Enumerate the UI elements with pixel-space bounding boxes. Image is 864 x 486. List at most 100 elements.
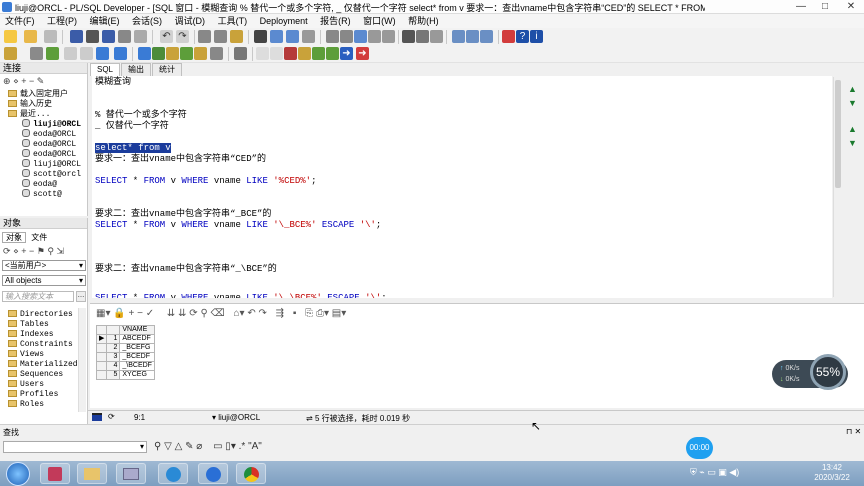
taskbar-app-chrome[interactable]: [236, 463, 266, 484]
code-line[interactable]: 要求一：查出vname中包含字符串“CED”的: [95, 154, 266, 165]
gear-icon[interactable]: [30, 47, 43, 60]
break-icon[interactable]: [64, 47, 77, 60]
find-icon[interactable]: ⚲: [200, 308, 207, 319]
down-arrow-icon[interactable]: ▼: [848, 96, 857, 110]
reopen-icon[interactable]: [44, 30, 57, 43]
export-icon[interactable]: ⎘: [305, 308, 313, 319]
explain-icon[interactable]: [166, 47, 179, 60]
save-icon[interactable]: ▪: [293, 308, 297, 319]
report-icon[interactable]: [194, 47, 207, 60]
info-icon[interactable]: i: [530, 30, 543, 43]
find-icon[interactable]: ⚲: [47, 246, 54, 256]
export-table-icon[interactable]: ▤: [332, 308, 341, 319]
minimize-button[interactable]: —: [788, 0, 814, 14]
execute-icon[interactable]: [46, 47, 59, 60]
menu-tools[interactable]: 工具(T): [213, 14, 253, 28]
delete-record-icon[interactable]: −: [137, 308, 143, 319]
tab-output[interactable]: 输出: [121, 63, 152, 76]
plug-icon[interactable]: [326, 47, 339, 60]
tab-objects[interactable]: 对象: [2, 232, 26, 243]
help-icon[interactable]: ?: [516, 30, 529, 43]
network-icon[interactable]: ▣: [718, 467, 727, 477]
prev-icon[interactable]: ↶: [247, 308, 255, 319]
save-all-icon[interactable]: [102, 30, 115, 43]
search-options-button[interactable]: …: [76, 291, 86, 302]
erase-icon[interactable]: ⌀: [196, 441, 202, 452]
find-next-icon[interactable]: [286, 30, 299, 43]
leaf-icon[interactable]: [312, 47, 325, 60]
connect-icon[interactable]: ⊕: [3, 76, 11, 86]
start-button[interactable]: [6, 462, 30, 486]
taskbar-app-window[interactable]: [116, 463, 146, 484]
replace-icon[interactable]: [270, 30, 283, 43]
results-grid[interactable]: VNAME ▶ 1 ABCEDF 2 _BCEFG 3 _BCEDF 4 _\BCEDF 5 XYC…: [95, 325, 155, 380]
menu-edit[interactable]: 编辑(E): [85, 14, 125, 28]
user-select[interactable]: <当前用户> ▾: [2, 260, 86, 271]
redo-icon[interactable]: ↷: [176, 30, 189, 43]
header-vname[interactable]: VNAME: [119, 325, 155, 335]
uncomment-icon[interactable]: [368, 30, 381, 43]
top-arrow-icon[interactable]: ▲: [848, 122, 857, 136]
refresh-icon[interactable]: ⟳: [189, 308, 197, 319]
code-line[interactable]: SELECT * FROM v WHERE vname LIKE '\_BCE%…: [95, 220, 381, 231]
unindent-icon[interactable]: [340, 30, 353, 43]
tree-icon[interactable]: ⋄: [13, 246, 19, 256]
refresh-icon[interactable]: ⟳: [3, 246, 11, 256]
remove-icon[interactable]: −: [29, 246, 34, 256]
next-page-icon[interactable]: ⇊: [167, 308, 175, 319]
bookmark-icon[interactable]: [256, 47, 269, 60]
tab-files[interactable]: 文件: [28, 233, 50, 242]
stop-icon[interactable]: [502, 30, 515, 43]
filter-select[interactable]: All objects ▾: [2, 275, 86, 286]
volume-icon[interactable]: ◀): [729, 467, 739, 477]
tree-icon[interactable]: ⋄: [13, 76, 19, 86]
find-next-icon[interactable]: △: [175, 441, 183, 452]
table-row[interactable]: 2 _BCEFG: [95, 343, 155, 353]
tab-sql[interactable]: SQL: [90, 63, 121, 76]
menu-session[interactable]: 会话(S): [127, 14, 167, 28]
add-icon[interactable]: +: [21, 246, 26, 256]
cell-vname[interactable]: _BCEFG: [119, 343, 155, 353]
table-row[interactable]: 3 _BCEDF: [95, 352, 155, 362]
menu-reports[interactable]: 报告(R): [315, 14, 356, 28]
shield-icon[interactable]: ⛨: [690, 467, 697, 477]
post-icon[interactable]: ✓: [146, 308, 154, 319]
uppercase-icon[interactable]: [382, 30, 395, 43]
objects-scrollbar[interactable]: [78, 308, 86, 412]
code-line[interactable]: SELECT * FROM v WHERE vname LIKE '%CED%'…: [95, 176, 316, 187]
copy-icon[interactable]: [214, 30, 227, 43]
print-icon[interactable]: [86, 30, 99, 43]
taskbar-app-player[interactable]: [198, 463, 228, 484]
lock-icon[interactable]: 🔒: [113, 308, 125, 319]
code-line[interactable]: 要求二：查出vname中包含字符串“_BCE”的: [95, 209, 271, 220]
table-row[interactable]: 5 XYCEG: [95, 370, 155, 380]
cell-vname[interactable]: XYCEG: [119, 370, 155, 380]
wrench-icon[interactable]: [234, 47, 247, 60]
remove-icon[interactable]: −: [29, 76, 34, 86]
sql-window-icon[interactable]: [138, 47, 151, 60]
filter-icon[interactable]: ⚑: [37, 246, 45, 256]
edit-icon[interactable]: ✎: [37, 76, 45, 86]
tab-statistics[interactable]: 统计: [152, 63, 183, 76]
key-icon[interactable]: [4, 47, 17, 60]
bottom-arrow-icon[interactable]: ▼: [848, 136, 857, 150]
code-line[interactable]: 模糊查询: [95, 77, 131, 88]
find-icon[interactable]: ⚲: [154, 441, 161, 452]
menu-project[interactable]: 工程(P): [42, 14, 82, 28]
command-window-icon[interactable]: [152, 47, 165, 60]
chart-icon[interactable]: ⇶: [276, 308, 284, 319]
find-input[interactable]: ▾: [3, 441, 147, 453]
code-line[interactable]: % 替代一个或多个字符: [95, 110, 187, 121]
case-icon[interactable]: ▭: [213, 441, 222, 452]
editor-scroll-thumb[interactable]: [835, 80, 841, 188]
comment-icon[interactable]: [354, 30, 367, 43]
regex-icon[interactable]: .*: [239, 441, 246, 452]
open-icon[interactable]: [24, 30, 37, 43]
add-record-icon[interactable]: +: [129, 308, 135, 319]
cut-icon[interactable]: [198, 30, 211, 43]
quote-icon[interactable]: "A": [248, 441, 262, 452]
menu-debug[interactable]: 调试(D): [170, 14, 211, 28]
menu-deployment[interactable]: Deployment: [255, 14, 313, 28]
test-window-icon[interactable]: [180, 47, 193, 60]
window-list-icon[interactable]: [452, 30, 465, 43]
